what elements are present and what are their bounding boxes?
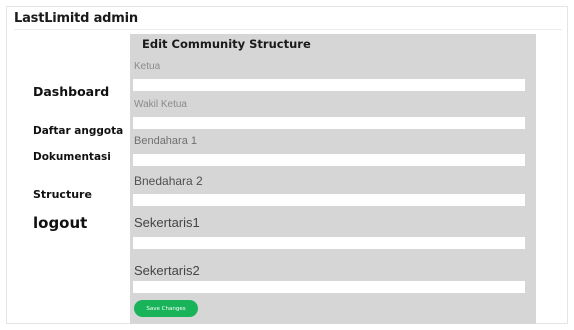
sekertaris-1-input[interactable]: [133, 237, 525, 249]
field-label-ketua: Ketua: [134, 61, 161, 72]
edit-structure-panel: Edit Community Structure Ketua Wakil Ket…: [130, 34, 536, 324]
sekertaris-2-input[interactable]: [133, 281, 525, 293]
app-title: LastLimitd admin: [14, 11, 138, 26]
sidebar-item-structure[interactable]: Structure: [33, 188, 92, 201]
wakil-ketua-input[interactable]: [133, 117, 525, 129]
field-label-bendahara-1: Bendahara 1: [134, 135, 197, 147]
ketua-input[interactable]: [133, 79, 525, 91]
logout-link[interactable]: logout: [33, 214, 87, 232]
field-label-sekertaris-2: Sekertaris2: [134, 263, 200, 278]
bendahara-2-input[interactable]: [133, 194, 525, 206]
field-label-bendahara-2: Bnedahara 2: [134, 174, 203, 188]
field-label-wakil-ketua: Wakil Ketua: [134, 99, 187, 110]
header-divider: [14, 29, 562, 30]
sidebar-item-dashboard[interactable]: Dashboard: [33, 84, 109, 99]
field-label-sekertaris-1: Sekertaris1: [134, 215, 200, 230]
save-changes-button[interactable]: Save Changes: [134, 300, 198, 317]
sidebar-item-daftar-anggota[interactable]: Daftar anggota: [33, 125, 123, 137]
panel-title: Edit Community Structure: [142, 37, 311, 51]
bendahara-1-input[interactable]: [133, 154, 525, 166]
sidebar-item-dokumentasi[interactable]: Dokumentasi: [33, 151, 111, 163]
